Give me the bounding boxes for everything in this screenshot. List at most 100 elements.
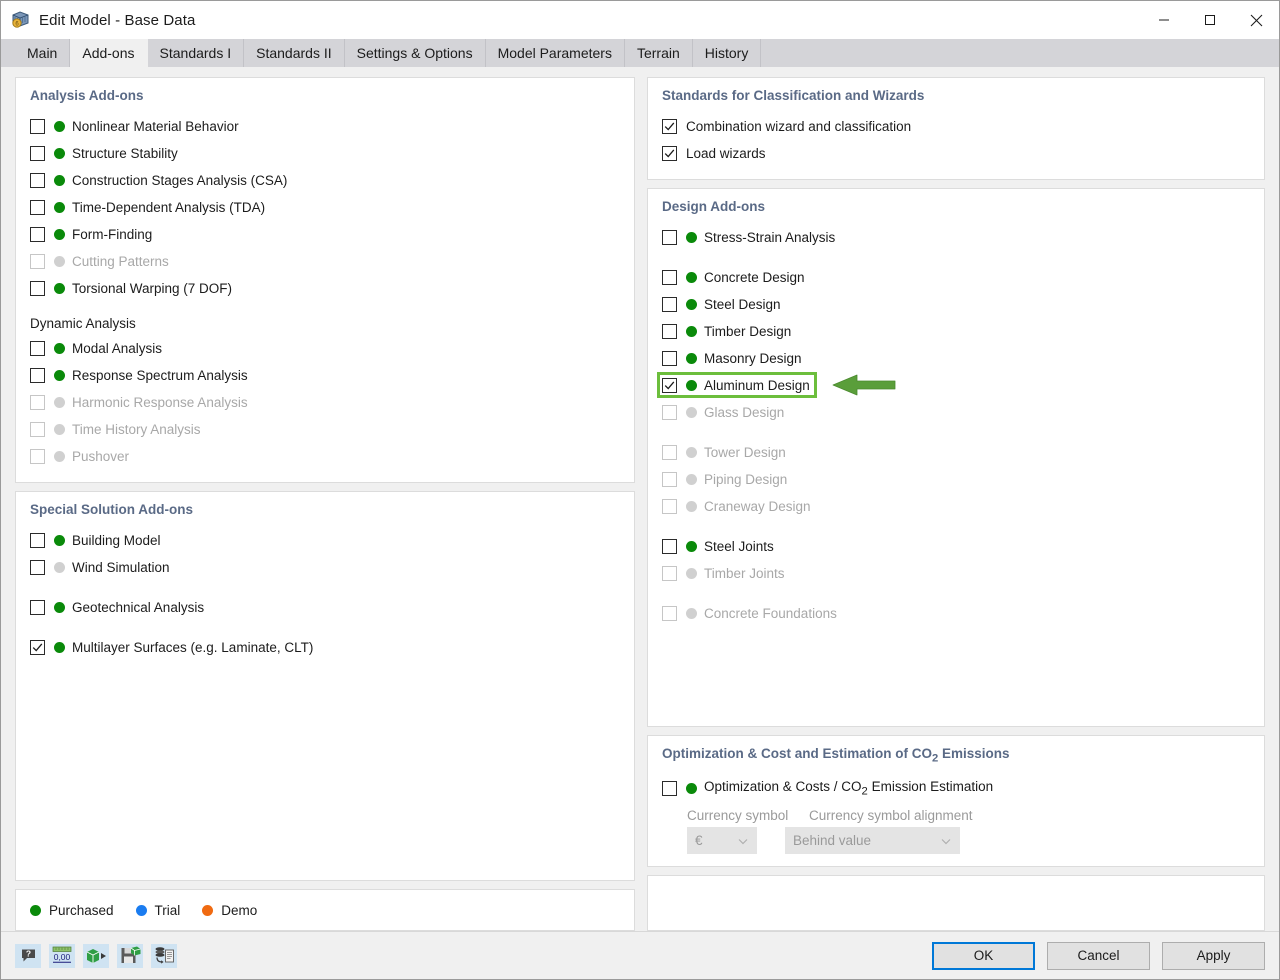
label-timber-joints: Timber Joints [704, 566, 785, 581]
status-dot-grey [54, 562, 65, 573]
row-building-model[interactable]: Building Model [30, 527, 620, 554]
checkbox-nonlinear-material-behavior[interactable] [30, 119, 45, 134]
checkbox-form-finding[interactable] [30, 227, 45, 242]
row-load-wizards[interactable]: Load wizards [662, 140, 1250, 167]
checkbox-concrete-design[interactable] [662, 270, 677, 285]
row-timber-design[interactable]: Timber Design [662, 318, 1250, 345]
export-icon[interactable] [83, 944, 109, 968]
tab-history[interactable]: History [693, 39, 762, 67]
checkbox-multilayer-surfaces-e-g-laminate-clt[interactable] [30, 640, 45, 655]
maximize-button[interactable] [1187, 1, 1233, 39]
units-icon[interactable]: 0,00 [49, 944, 75, 968]
currency-symbol-select[interactable]: € [687, 827, 757, 854]
row-time-dependent-analysis-tda[interactable]: Time-Dependent Analysis (TDA) [30, 194, 620, 221]
checkbox-geotechnical-analysis[interactable] [30, 600, 45, 615]
special-solution-addons-list: Building Model Wind Simulation Geotechnica… [30, 527, 620, 661]
minimize-button[interactable] [1141, 1, 1187, 39]
edit-model-dialog: 6 Edit Model - Base Data MainAdd-onsStan… [0, 0, 1280, 980]
tab-terrain[interactable]: Terrain [625, 39, 693, 67]
checkbox-glass-design [662, 405, 677, 420]
label-steel-joints: Steel Joints [704, 539, 774, 554]
checkbox-response-spectrum-analysis[interactable] [30, 368, 45, 383]
analysis-addons-list: Nonlinear Material BehaviorStructure Sta… [30, 113, 620, 302]
row-multilayer-surfaces-e-g-laminate-clt[interactable]: Multilayer Surfaces (e.g. Laminate, CLT) [30, 634, 620, 661]
row-aluminum-design[interactable]: Aluminum Design [662, 372, 1250, 399]
cancel-button[interactable]: Cancel [1047, 942, 1150, 970]
label-combination-wizard-and-classification: Combination wizard and classification [686, 119, 911, 134]
checkbox-steel-joints[interactable] [662, 539, 677, 554]
row-form-finding[interactable]: Form-Finding [30, 221, 620, 248]
row-concrete-foundations: Concrete Foundations [662, 600, 1250, 627]
row-geotechnical-analysis[interactable]: Geotechnical Analysis [30, 594, 620, 621]
row-construction-stages-analysis-csa[interactable]: Construction Stages Analysis (CSA) [30, 167, 620, 194]
row-time-history-analysis: Time History Analysis [30, 416, 620, 443]
row-wind-simulation[interactable]: Wind Simulation [30, 554, 620, 581]
status-dot-green [686, 380, 697, 391]
tab-model-parameters[interactable]: Model Parameters [486, 39, 625, 67]
checkbox-construction-stages-analysis-csa[interactable] [30, 173, 45, 188]
checkbox-masonry-design[interactable] [662, 351, 677, 366]
tab-standards-ii[interactable]: Standards II [244, 39, 345, 67]
currency-alignment-select[interactable]: Behind value [785, 827, 960, 854]
label-time-history-analysis: Time History Analysis [72, 422, 201, 437]
label-cutting-patterns: Cutting Patterns [72, 254, 169, 269]
checkbox-steel-design[interactable] [662, 297, 677, 312]
checkbox-pushover [30, 449, 45, 464]
row-concrete-design[interactable]: Concrete Design [662, 264, 1250, 291]
status-dot-green [54, 121, 65, 132]
tab-label: Model Parameters [498, 45, 612, 61]
label-response-spectrum-analysis: Response Spectrum Analysis [72, 368, 248, 383]
status-dot-grey [686, 407, 697, 418]
dynamic-analysis-list: Modal Analysis Response Spectrum Analysis… [30, 335, 620, 470]
checkbox-time-dependent-analysis-tda[interactable] [30, 200, 45, 215]
status-dot-green [54, 602, 65, 613]
row-modal-analysis[interactable]: Modal Analysis [30, 335, 620, 362]
row-stress-strain-analysis[interactable]: Stress-Strain Analysis [662, 224, 1250, 251]
close-button[interactable] [1233, 1, 1279, 39]
help-icon[interactable]: ? [15, 944, 41, 968]
tab-settings-options[interactable]: Settings & Options [345, 39, 486, 67]
row-optimization-costs-co2[interactable]: Optimization & Costs / CO2 Emission Esti… [662, 775, 1250, 802]
checkbox-structure-stability[interactable] [30, 146, 45, 161]
label-masonry-design: Masonry Design [704, 351, 802, 366]
status-dot-green [54, 343, 65, 354]
svg-text:0,00: 0,00 [54, 952, 71, 962]
optimization-co2-panel: Optimization & Cost and Estimation of CO… [647, 735, 1265, 867]
checkbox-timber-design[interactable] [662, 324, 677, 339]
tab-standards-i[interactable]: Standards I [148, 39, 245, 67]
checkbox-building-model[interactable] [30, 533, 45, 548]
row-masonry-design[interactable]: Masonry Design [662, 345, 1250, 372]
row-nonlinear-material-behavior[interactable]: Nonlinear Material Behavior [30, 113, 620, 140]
save-defaults-icon[interactable] [117, 944, 143, 968]
label-tower-design: Tower Design [704, 445, 786, 460]
row-steel-joints[interactable]: Steel Joints [662, 533, 1250, 560]
checkbox-wind-simulation[interactable] [30, 560, 45, 575]
load-template-icon[interactable] [151, 944, 177, 968]
row-harmonic-response-analysis: Harmonic Response Analysis [30, 389, 620, 416]
tab-add-ons[interactable]: Add-ons [70, 39, 147, 67]
status-dot-grey [686, 474, 697, 485]
row-response-spectrum-analysis[interactable]: Response Spectrum Analysis [30, 362, 620, 389]
row-combination-wizard-and-classification[interactable]: Combination wizard and classification [662, 113, 1250, 140]
checkbox-time-history-analysis [30, 422, 45, 437]
checkbox-optimization-costs-co2[interactable] [662, 781, 677, 796]
row-steel-design[interactable]: Steel Design [662, 291, 1250, 318]
standards-wizards-list: Combination wizard and classification Loa… [662, 113, 1250, 167]
label-stress-strain-analysis: Stress-Strain Analysis [704, 230, 835, 245]
checkbox-torsional-warping-7-dof[interactable] [30, 281, 45, 296]
ok-button[interactable]: OK [932, 942, 1035, 970]
apply-button[interactable]: Apply [1162, 942, 1265, 970]
tab-main[interactable]: Main [15, 39, 70, 67]
row-structure-stability[interactable]: Structure Stability [30, 140, 620, 167]
label-wind-simulation: Wind Simulation [72, 560, 170, 575]
checkbox-combination-wizard-and-classification[interactable] [662, 119, 677, 134]
row-torsional-warping-7-dof[interactable]: Torsional Warping (7 DOF) [30, 275, 620, 302]
legend-item-purchased: Purchased [30, 903, 114, 918]
status-dot-green [54, 535, 65, 546]
label-multilayer-surfaces-e-g-laminate-clt: Multilayer Surfaces (e.g. Laminate, CLT) [72, 640, 313, 655]
checkbox-stress-strain-analysis[interactable] [662, 230, 677, 245]
checkbox-aluminum-design[interactable] [662, 378, 677, 393]
title-bar: 6 Edit Model - Base Data [1, 1, 1279, 39]
checkbox-load-wizards[interactable] [662, 146, 677, 161]
checkbox-modal-analysis[interactable] [30, 341, 45, 356]
